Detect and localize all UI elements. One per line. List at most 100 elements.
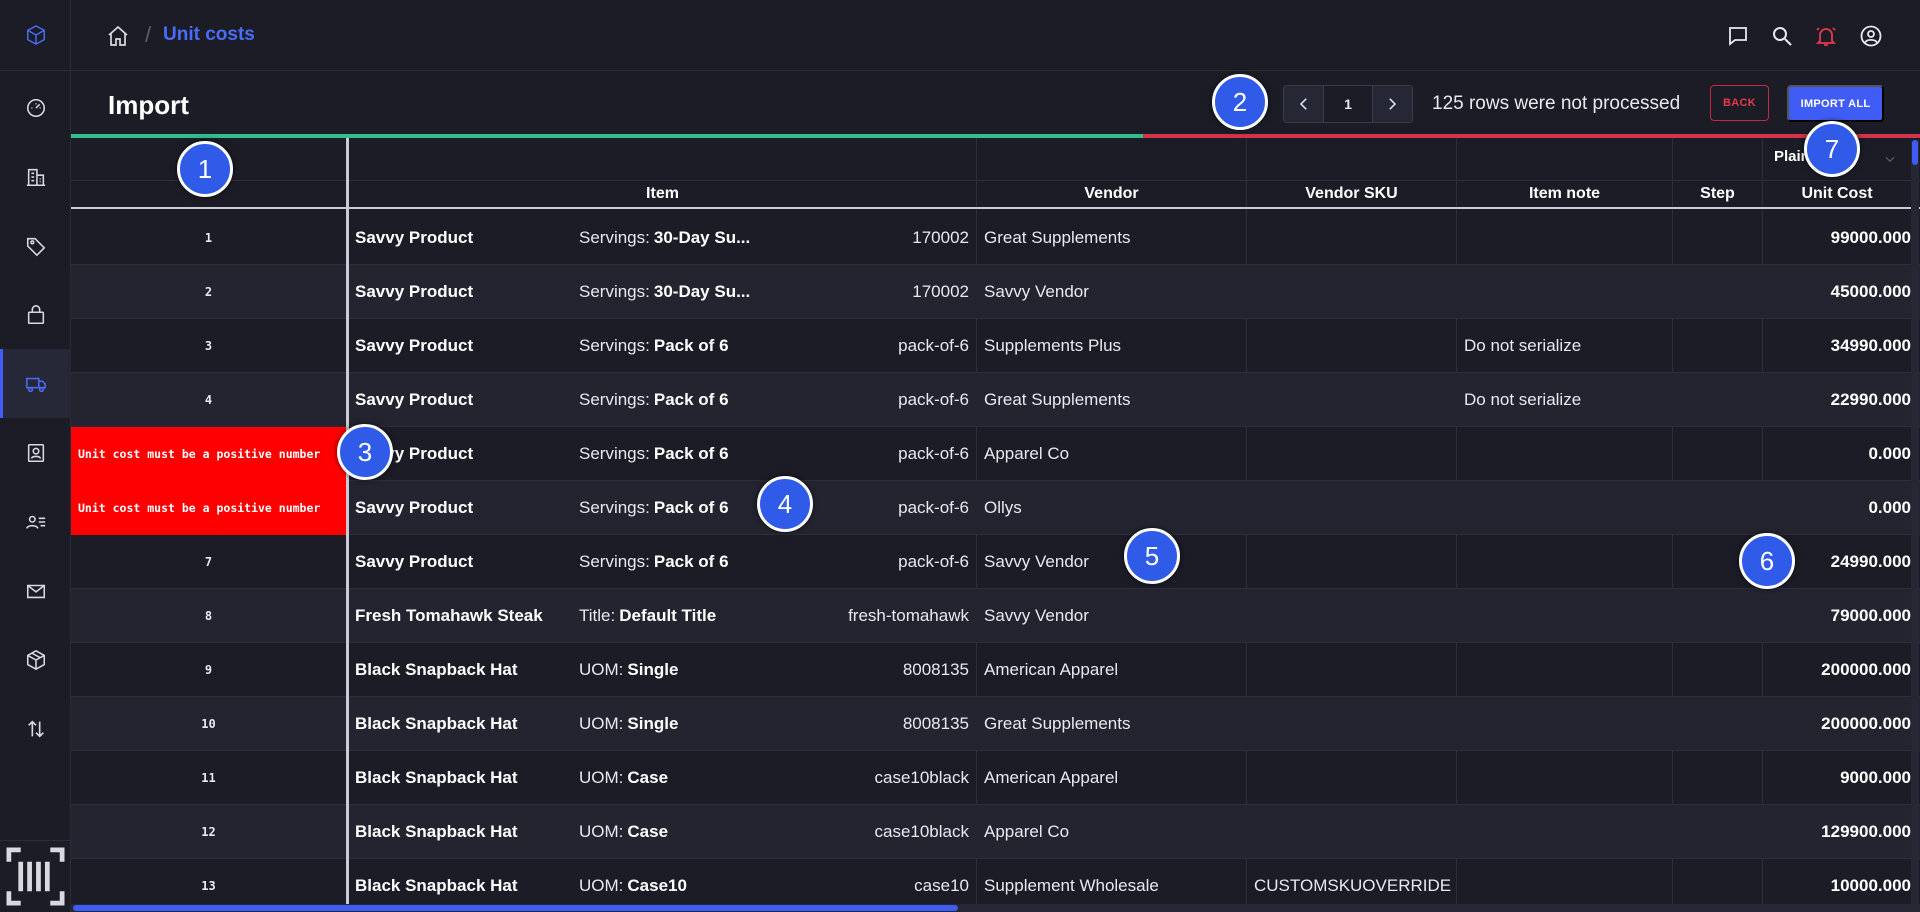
barcode-scan-icon[interactable]: [0, 840, 71, 912]
item-note-cell[interactable]: [1464, 643, 1674, 697]
vendor-cell[interactable]: Great Supplements: [984, 373, 1244, 427]
user-list-icon[interactable]: [0, 487, 71, 556]
vendor-cell[interactable]: Savvy Vendor: [984, 535, 1244, 589]
vertical-scroll-thumb[interactable]: [1912, 140, 1918, 165]
vendor-cell[interactable]: Great Supplements: [984, 697, 1244, 751]
bell-icon[interactable]: [1814, 24, 1838, 48]
unit-cost-cell[interactable]: 0.000: [1761, 427, 1911, 481]
vendor-sku-cell[interactable]: [1254, 265, 1454, 319]
home-icon[interactable]: [106, 24, 130, 48]
item-note-cell[interactable]: [1464, 589, 1674, 643]
truck-icon[interactable]: [0, 349, 71, 418]
next-page-button[interactable]: [1372, 86, 1412, 122]
unit-cost-cell[interactable]: 129900.000: [1761, 805, 1911, 859]
column-header-item-note[interactable]: Item note: [1457, 185, 1672, 203]
column-header-vendor-sku[interactable]: Vendor SKU: [1247, 185, 1456, 203]
vendor-cell[interactable]: Supplements Plus: [984, 319, 1244, 373]
item-note-cell[interactable]: [1464, 265, 1674, 319]
import-all-button[interactable]: IMPORT ALL: [1787, 85, 1884, 122]
pagination: 1: [1283, 85, 1413, 123]
unit-cost-cell[interactable]: 200000.000: [1761, 697, 1911, 751]
vendor-sku-cell[interactable]: [1254, 535, 1454, 589]
row-number: 1: [204, 231, 213, 245]
item-note-cell[interactable]: [1464, 535, 1674, 589]
user-circle-icon[interactable]: [1859, 24, 1883, 48]
item-note-cell[interactable]: Do not serialize: [1464, 319, 1674, 373]
vendor-sku-cell[interactable]: [1254, 481, 1454, 535]
chat-icon[interactable]: [1726, 24, 1750, 48]
breadcrumb-separator: /: [145, 22, 152, 47]
unit-cost-cell[interactable]: 34990.000: [1761, 319, 1911, 373]
vendor-sku-cell[interactable]: [1254, 319, 1454, 373]
dashboard-gauge-icon[interactable]: [0, 73, 71, 142]
back-button[interactable]: BACK: [1710, 85, 1769, 121]
chevron-down-icon[interactable]: [1883, 152, 1897, 166]
vendor-sku-cell[interactable]: [1254, 589, 1454, 643]
vendor-cell[interactable]: Savvy Vendor: [984, 589, 1244, 643]
unit-cost-cell[interactable]: 0.000: [1761, 481, 1911, 535]
search-icon[interactable]: [1770, 24, 1794, 48]
tag-icon[interactable]: [0, 211, 71, 280]
item-option: Servings: Pack of 6: [579, 535, 759, 589]
item-note-cell[interactable]: [1464, 481, 1674, 535]
buildings-icon[interactable]: [0, 142, 71, 211]
item-option: Servings: Pack of 6: [579, 481, 759, 535]
mail-send-icon[interactable]: [0, 556, 71, 625]
horizontal-scroll-thumb[interactable]: [73, 905, 958, 911]
vendor-sku-cell[interactable]: [1254, 373, 1454, 427]
column-header-item[interactable]: Item: [349, 185, 976, 203]
transfer-arrows-icon[interactable]: [0, 694, 71, 763]
column-header-step[interactable]: Step: [1673, 185, 1762, 203]
unit-cost-cell[interactable]: 9000.000: [1761, 751, 1911, 805]
vendor-cell[interactable]: American Apparel: [984, 751, 1244, 805]
page-number[interactable]: 1: [1323, 86, 1373, 122]
item-sku: 8008135: [902, 714, 969, 733]
vendor-sku-cell[interactable]: [1254, 751, 1454, 805]
horizontal-scrollbar[interactable]: [71, 904, 1920, 912]
vendor-sku-cell[interactable]: [1254, 643, 1454, 697]
item-option: UOM: Single: [579, 643, 759, 697]
vendor-sku-cell[interactable]: [1254, 427, 1454, 481]
row-number: 8: [204, 609, 213, 623]
vendor-cell[interactable]: Apparel Co: [984, 427, 1244, 481]
vendor-sku-cell[interactable]: [1254, 211, 1454, 265]
shopping-bag-icon[interactable]: [0, 280, 71, 349]
unit-cost-cell[interactable]: 79000.000: [1761, 589, 1911, 643]
marker-2: 2: [1212, 74, 1268, 130]
option-value: Single: [627, 660, 679, 679]
breadcrumb-current[interactable]: Unit costs: [163, 24, 255, 46]
vendor-cell[interactable]: Great Supplements: [984, 211, 1244, 265]
unit-cost-cell[interactable]: 99000.000: [1761, 211, 1911, 265]
app-root: / Unit costs Import 1 125 rows were not …: [0, 0, 1920, 912]
item-sku: fresh-tomahawk: [848, 606, 969, 625]
prev-page-button[interactable]: [1284, 86, 1324, 122]
option-label: UOM:: [579, 768, 624, 787]
logo-cube-icon[interactable]: [0, 0, 71, 71]
item-note-cell[interactable]: [1464, 211, 1674, 265]
contact-card-icon[interactable]: [0, 418, 71, 487]
vendor-sku-cell[interactable]: [1254, 805, 1454, 859]
item-option: Servings: 30-Day Su...: [579, 211, 759, 265]
column-header-unit-cost[interactable]: Unit Cost: [1763, 185, 1911, 203]
item-option: Title: Default Title: [579, 589, 759, 643]
item-note-cell[interactable]: [1464, 427, 1674, 481]
unit-cost-cell[interactable]: 45000.000: [1761, 265, 1911, 319]
vendor-cell[interactable]: American Apparel: [984, 643, 1244, 697]
column-header-vendor[interactable]: Vendor: [977, 185, 1246, 203]
vendor-cell[interactable]: Savvy Vendor: [984, 265, 1244, 319]
item-sku: pack-of-6: [898, 552, 969, 571]
unit-cost-cell[interactable]: 22990.000: [1761, 373, 1911, 427]
package-box-icon[interactable]: [0, 625, 71, 694]
option-label: Servings:: [579, 228, 650, 247]
vendor-sku-cell[interactable]: [1254, 697, 1454, 751]
item-note-cell[interactable]: Do not serialize: [1464, 373, 1674, 427]
item-note-cell[interactable]: [1464, 805, 1674, 859]
vendor-cell[interactable]: Apparel Co: [984, 805, 1244, 859]
item-note-cell[interactable]: [1464, 697, 1674, 751]
item-note-cell[interactable]: [1464, 751, 1674, 805]
marker-4: 4: [757, 476, 813, 532]
vendor-cell[interactable]: Ollys: [984, 481, 1244, 535]
unit-cost-cell[interactable]: 200000.000: [1761, 643, 1911, 697]
vertical-scrollbar[interactable]: [1911, 140, 1919, 904]
item-sku: 8008135: [902, 660, 969, 679]
